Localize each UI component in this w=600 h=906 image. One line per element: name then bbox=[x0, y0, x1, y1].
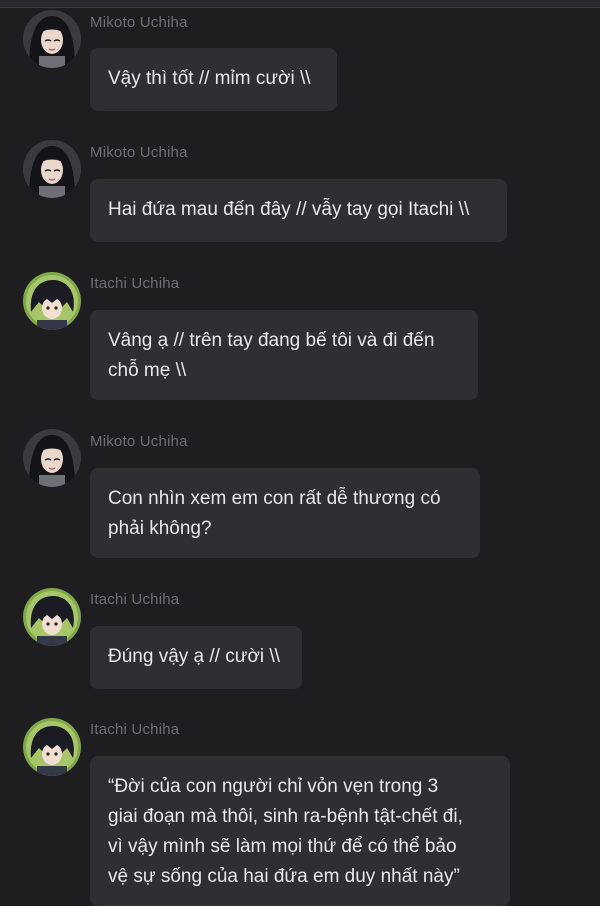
message-bubble[interactable]: Đúng vậy ạ // cười \\ bbox=[90, 626, 302, 689]
top-bar bbox=[0, 0, 600, 8]
mikoto-avatar[interactable] bbox=[23, 429, 81, 487]
message-text-line: phải không? bbox=[108, 518, 212, 539]
mikoto-avatar[interactable] bbox=[23, 140, 81, 198]
sender-name: Itachi Uchiha bbox=[90, 275, 180, 292]
itachi-avatar[interactable] bbox=[23, 718, 81, 776]
message-bubble[interactable]: Hai đứa mau đến đây // vẫy tay gọi Itach… bbox=[90, 179, 507, 242]
message-bubble[interactable]: Con nhìn xem em con rất dễ thương có phả… bbox=[90, 468, 480, 558]
sender-name: Mikoto Uchiha bbox=[90, 433, 188, 450]
sender-name: Itachi Uchiha bbox=[90, 721, 180, 738]
message-text-line: Vậy thì tốt // mỉm cười \\ bbox=[108, 68, 311, 89]
message-text-line: Vâng ạ // trên tay đang bế tôi và đi đến bbox=[108, 330, 435, 351]
message-text-line: chỗ mẹ \\ bbox=[108, 360, 187, 381]
message-bubble[interactable]: Vậy thì tốt // mỉm cười \\ bbox=[90, 48, 337, 111]
message-bubble[interactable]: Vâng ạ // trên tay đang bế tôi và đi đến… bbox=[90, 310, 478, 400]
message-text-line: Đúng vậy ạ // cười \\ bbox=[108, 646, 280, 667]
message-text-line: giai đoạn mà thôi, sinh ra-bệnh tật-chết… bbox=[108, 806, 463, 827]
mikoto-avatar[interactable] bbox=[23, 10, 81, 68]
message-text-line: vệ sự sống của hai đứa em duy nhất này” bbox=[108, 866, 460, 887]
message-text-line: vì vậy mình sẽ làm mọi thứ để có thể bảo bbox=[108, 836, 457, 857]
message-bubble[interactable]: “Đời của con người chỉ vỏn vẹn trong 3 g… bbox=[90, 756, 510, 906]
sender-name: Mikoto Uchiha bbox=[90, 14, 188, 31]
sender-name: Mikoto Uchiha bbox=[90, 144, 188, 161]
itachi-avatar[interactable] bbox=[23, 588, 81, 646]
message-text-line: Con nhìn xem em con rất dễ thương có bbox=[108, 488, 441, 509]
itachi-avatar[interactable] bbox=[23, 272, 81, 330]
sender-name: Itachi Uchiha bbox=[90, 591, 180, 608]
message-text-line: “Đời của con người chỉ vỏn vẹn trong 3 bbox=[108, 776, 439, 797]
message-text-line: Hai đứa mau đến đây // vẫy tay gọi Itach… bbox=[108, 199, 470, 220]
